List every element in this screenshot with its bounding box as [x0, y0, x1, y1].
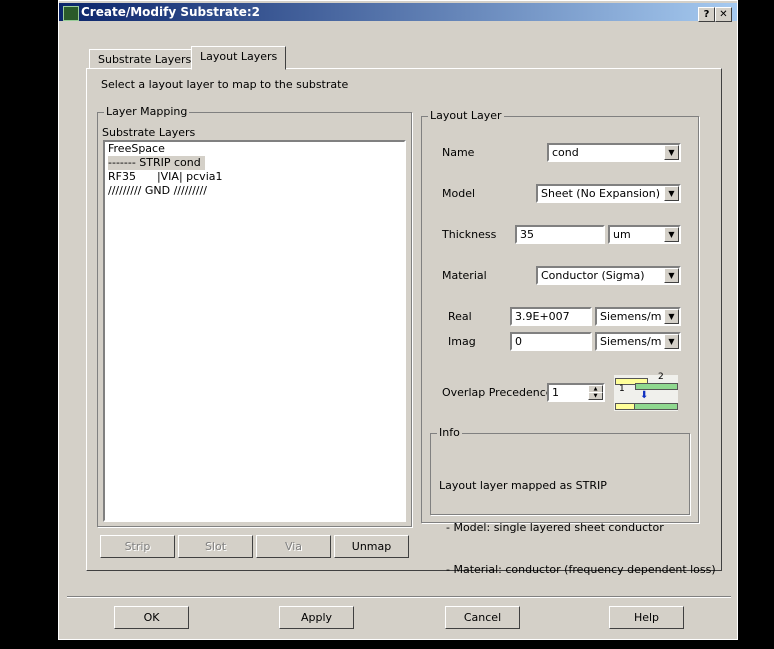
cancel-button[interactable]: Cancel: [445, 606, 520, 629]
real-label: Real: [448, 310, 472, 323]
chevron-down-icon[interactable]: ▼: [664, 145, 679, 160]
thickness-label: Thickness: [442, 228, 497, 241]
list-item-selected[interactable]: ------- STRIP cond: [108, 156, 205, 170]
list-item[interactable]: FreeSpace: [105, 142, 404, 156]
real-input[interactable]: 3.9E+007: [510, 307, 592, 326]
spin-down-icon[interactable]: ▼: [588, 392, 603, 400]
chevron-down-icon[interactable]: ▼: [664, 334, 679, 349]
model-select[interactable]: Sheet (No Expansion) ▼: [536, 184, 681, 203]
imag-unit-value: Siemens/m: [600, 335, 662, 348]
instruction-text: Select a layout layer to map to the subs…: [101, 78, 349, 91]
material-select[interactable]: Conductor (Sigma) ▼: [536, 266, 681, 285]
model-value: Sheet (No Expansion): [541, 187, 660, 200]
list-item[interactable]: RF35 |VIA| pcvia1: [105, 170, 404, 184]
chevron-down-icon[interactable]: ▼: [664, 186, 679, 201]
arrow-down-icon: ⬇: [640, 390, 649, 401]
info-line: Layout layer mapped as STRIP: [439, 479, 607, 492]
thickness-input[interactable]: 35: [515, 225, 605, 244]
close-icon[interactable]: ✕: [715, 7, 732, 22]
help-title-button[interactable]: ?: [698, 7, 715, 22]
imag-input[interactable]: 0: [510, 332, 592, 351]
footer-divider: [67, 596, 731, 598]
tab-panel: Select a layout layer to map to the subs…: [86, 68, 722, 576]
chevron-down-icon[interactable]: ▼: [664, 309, 679, 324]
substrate-layers-list[interactable]: FreeSpace ------- STRIP cond RF35 |VIA| …: [103, 140, 406, 522]
app-icon: [63, 6, 79, 21]
real-unit-value: Siemens/m: [600, 310, 662, 323]
chevron-down-icon[interactable]: ▼: [664, 268, 679, 283]
substrate-dialog: Create/Modify Substrate:2 ? ✕ Substrate …: [58, 0, 738, 640]
name-label: Name: [442, 146, 475, 159]
thickness-unit-select[interactable]: um ▼: [608, 225, 681, 244]
name-select[interactable]: cond ▼: [547, 143, 681, 162]
slot-button[interactable]: Slot: [178, 535, 253, 558]
imag-label: Imag: [448, 335, 476, 348]
layer-mapping-label: Layer Mapping: [104, 105, 190, 118]
via-button[interactable]: Via: [256, 535, 331, 558]
tab-layout-layers[interactable]: Layout Layers: [191, 46, 287, 70]
diagram-label-2: 2: [658, 372, 664, 382]
imag-unit-select[interactable]: Siemens/m ▼: [595, 332, 681, 351]
info-line: - Material: conductor (frequency depende…: [439, 563, 716, 576]
model-label: Model: [442, 187, 476, 200]
layout-layer-group: Layout Layer Name cond ▼ Model Sheet (No …: [421, 109, 716, 576]
material-value: Conductor (Sigma): [541, 269, 645, 282]
layout-layer-label: Layout Layer: [428, 109, 504, 122]
substrate-layers-label: Substrate Layers: [102, 126, 196, 139]
real-unit-select[interactable]: Siemens/m ▼: [595, 307, 681, 326]
help-button[interactable]: Help: [609, 606, 684, 629]
overlap-diagram-icon: 1 2 ⬇: [614, 372, 678, 411]
apply-button[interactable]: Apply: [279, 606, 354, 629]
title-bar: Create/Modify Substrate:2 ? ✕: [59, 3, 737, 22]
overlap-label: Overlap Precedence: [442, 386, 553, 399]
info-label: Info: [437, 426, 462, 439]
diagram-label-1: 1: [619, 384, 625, 394]
tab-substrate-layers[interactable]: Substrate Layers: [89, 49, 201, 69]
info-group: Info Layout layer mapped as STRIP - Mode…: [430, 426, 716, 576]
thickness-unit-value: um: [613, 228, 631, 241]
layer-mapping-group: Layer Mapping Substrate Layers FreeSpace…: [97, 105, 412, 527]
info-line: - Model: single layered sheet conductor: [439, 521, 664, 534]
overlap-value: 1: [552, 386, 559, 399]
info-text: Layout layer mapped as STRIP - Model: si…: [439, 451, 716, 605]
overlap-spinner[interactable]: 1 ▲ ▼: [547, 383, 605, 402]
unmap-button[interactable]: Unmap: [334, 535, 409, 558]
name-value: cond: [552, 146, 579, 159]
material-label: Material: [442, 269, 487, 282]
list-item[interactable]: ///////// GND /////////: [105, 184, 404, 198]
ok-button[interactable]: OK: [114, 606, 189, 629]
window-title: Create/Modify Substrate:2: [81, 5, 261, 19]
chevron-down-icon[interactable]: ▼: [664, 227, 679, 242]
strip-button[interactable]: Strip: [100, 535, 175, 558]
